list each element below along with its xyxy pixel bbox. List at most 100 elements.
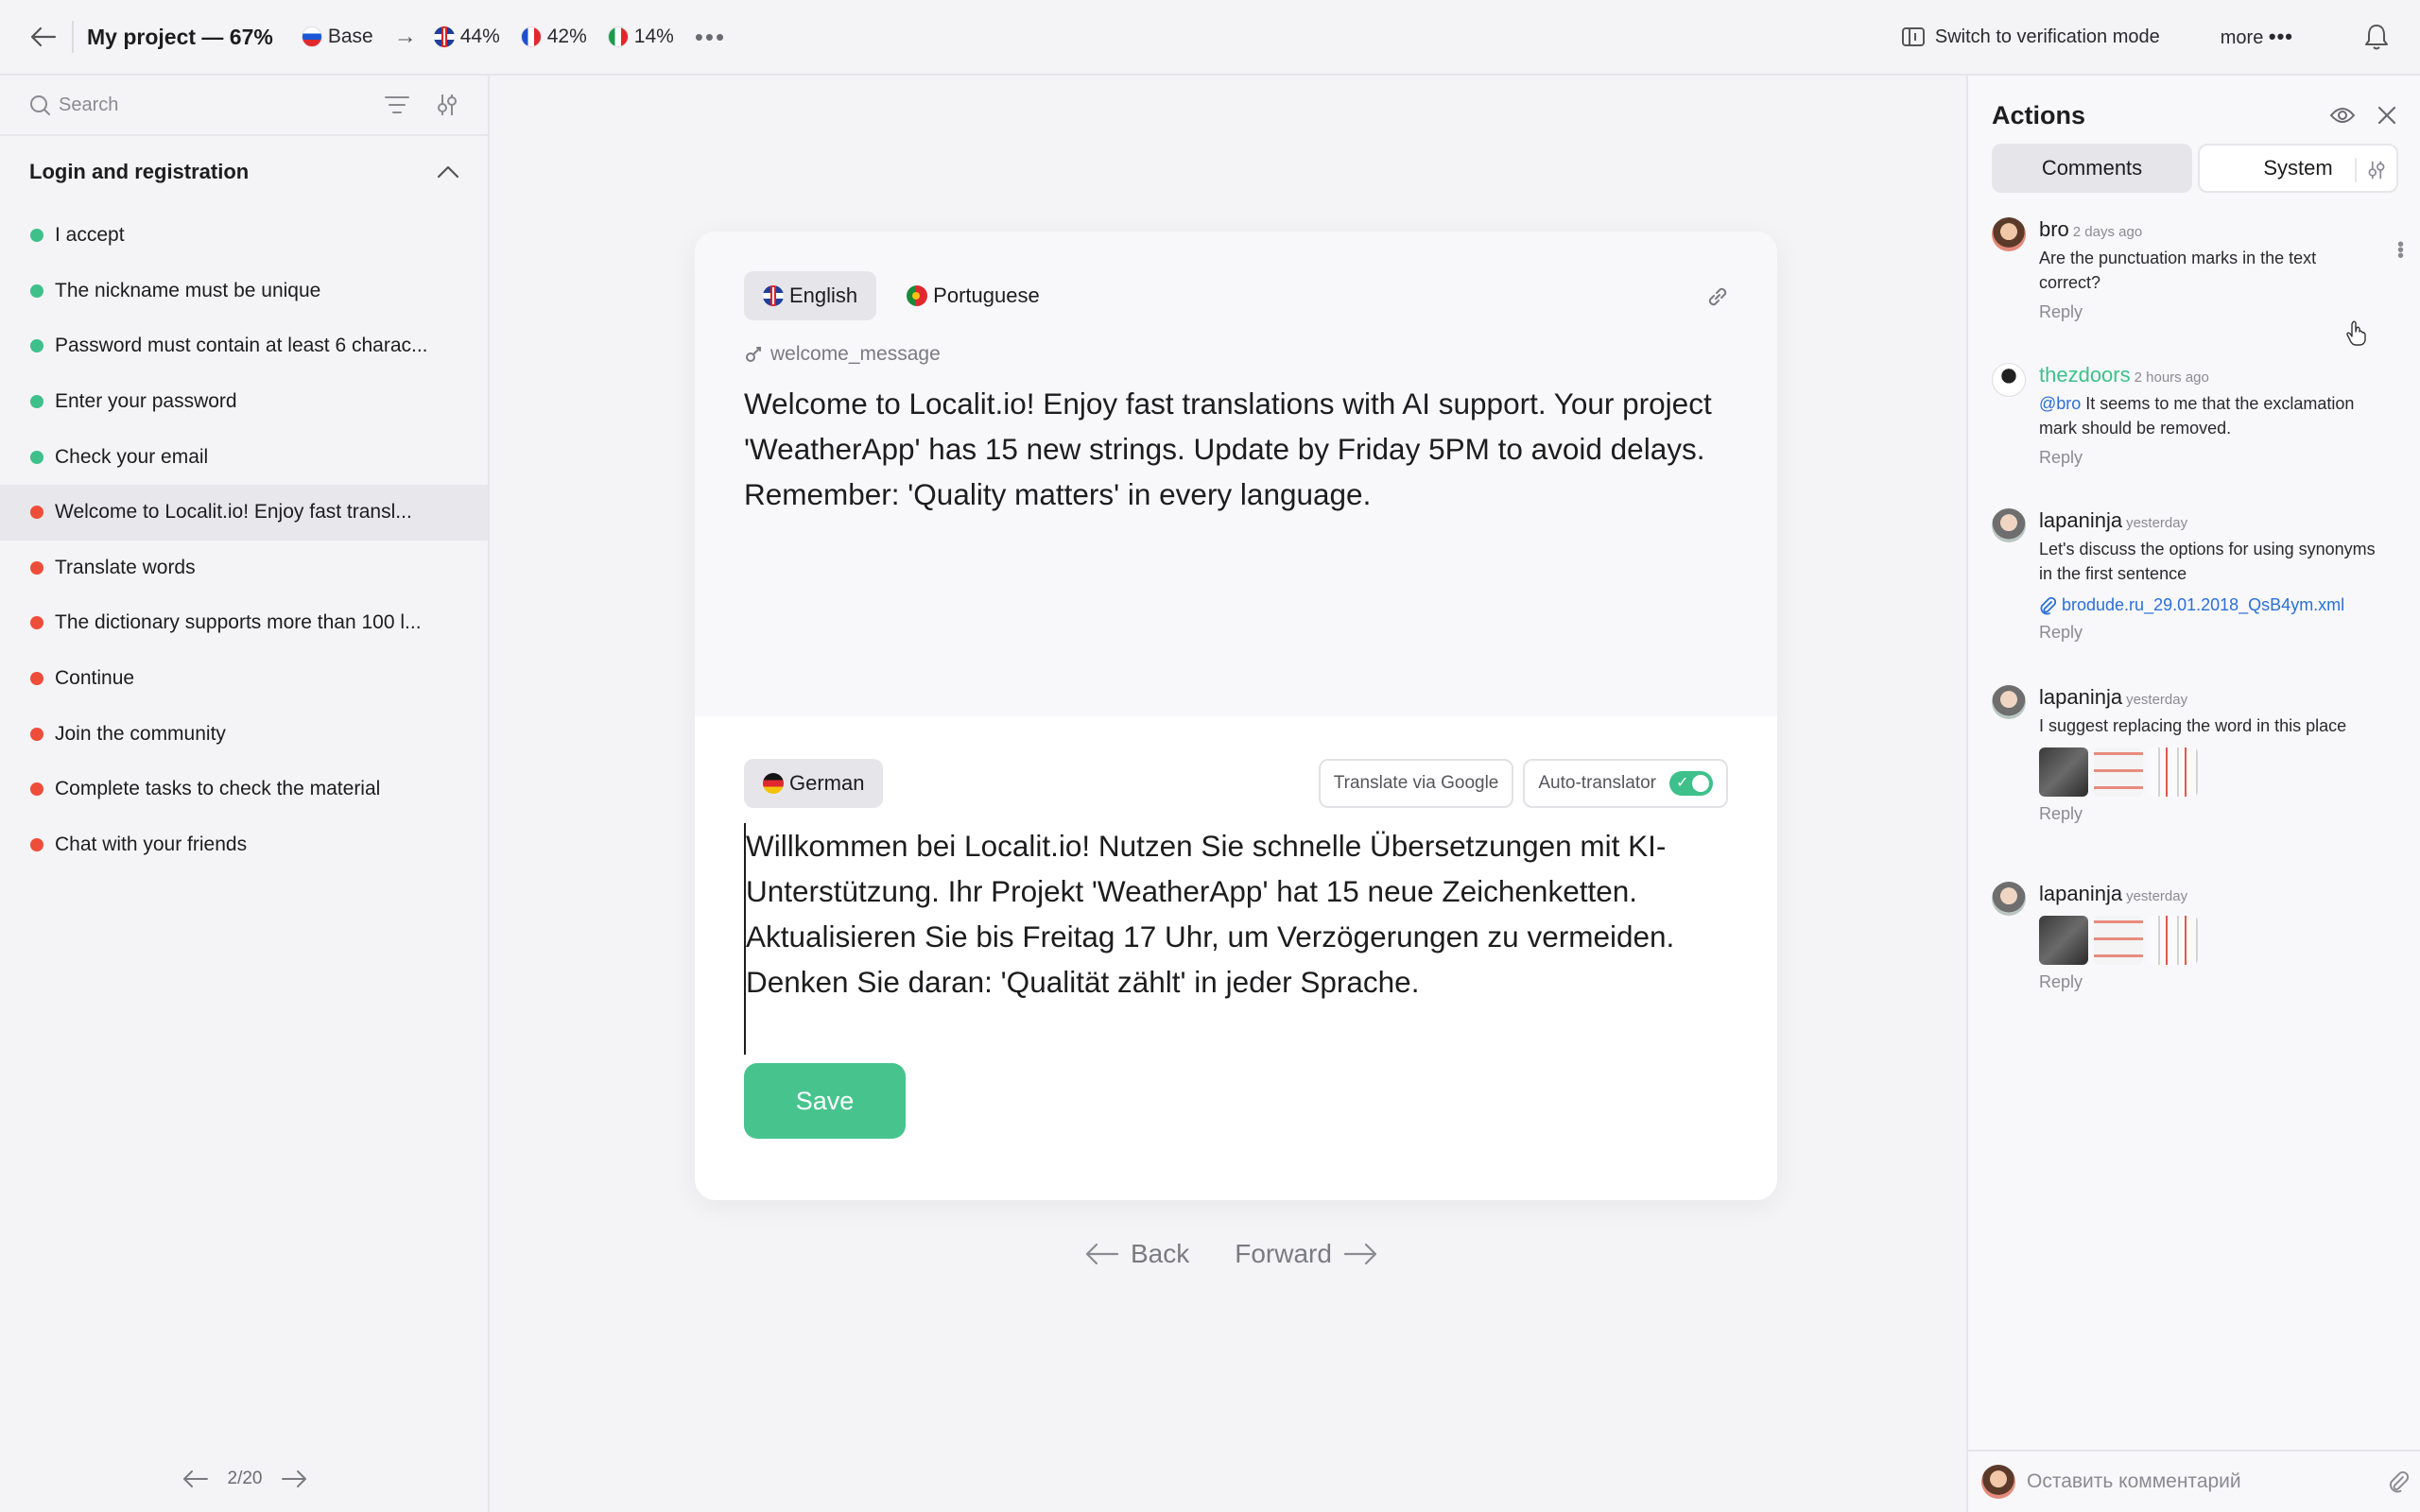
pagination: 2/20: [0, 1455, 490, 1503]
image-thumbnail[interactable]: [2039, 747, 2088, 797]
comment-author[interactable]: lapaninja: [2039, 882, 2122, 905]
sidebar-item-label: The dictionary supports more than 100 l.…: [55, 611, 422, 634]
avatar[interactable]: [1992, 363, 2026, 397]
comment-author[interactable]: bro: [2039, 217, 2069, 241]
translate-google-button[interactable]: Translate via Google: [1318, 759, 1514, 808]
page-indicator: 2/20: [227, 1469, 263, 1488]
tab-comments[interactable]: Comments: [1992, 144, 2192, 193]
arrow-right-icon: [1343, 1243, 1377, 1265]
language-italian-progress[interactable]: 14%: [607, 26, 674, 48]
sidebar-item[interactable]: Join the community: [0, 706, 488, 762]
sidebar-item-label: The nickname must be unique: [55, 279, 321, 301]
source-panel: English Portuguese welcome_message Welco…: [695, 232, 1777, 716]
sidebar-item-label: Continue: [55, 667, 135, 690]
comment-text: I suggest replacing the word in this pla…: [2039, 716, 2347, 735]
status-dot-todo: [30, 560, 43, 575]
attachment-name: brodude.ru_29.01.2018_QsB4ym.xml: [2062, 595, 2345, 614]
next-page-icon[interactable]: [281, 1469, 307, 1488]
sidebar-item[interactable]: Continue: [0, 651, 488, 707]
target-language-selector[interactable]: German: [744, 759, 884, 808]
tab-label: Portuguese: [933, 284, 1040, 307]
language-base[interactable]: Base: [301, 26, 373, 48]
sidebar-item[interactable]: Check your email: [0, 429, 488, 485]
sidebar-item[interactable]: The dictionary supports more than 100 l.…: [0, 595, 488, 651]
prev-page-icon[interactable]: [182, 1469, 209, 1488]
image-thumbnail[interactable]: [2039, 916, 2088, 965]
project-title: My project — 67%: [87, 24, 273, 49]
image-thumbnail[interactable]: [2094, 916, 2143, 965]
status-dot-todo: [30, 506, 43, 520]
reply-link[interactable]: Reply: [2039, 623, 2083, 643]
status-dot-done: [30, 229, 43, 243]
actions-panel: Actions Comments System bro 2 days ago Ar…: [1966, 76, 2420, 1512]
sidebar-item[interactable]: Password must contain at least 6 charac.…: [0, 318, 488, 374]
back-arrow-icon[interactable]: [25, 18, 62, 56]
reply-link[interactable]: Reply: [2039, 302, 2083, 322]
tab-portuguese[interactable]: Portuguese: [888, 271, 1059, 320]
sidebar-item[interactable]: The nickname must be unique: [0, 264, 488, 319]
sidebar-item-label: Enter your password: [55, 390, 237, 413]
sidebar-item-label: Translate words: [55, 556, 196, 578]
tab-system[interactable]: System: [2198, 144, 2398, 193]
sidebar-item[interactable]: I accept: [0, 208, 488, 264]
comment: lapaninja yesterday I suggest replacing t…: [1992, 685, 2408, 857]
avatar[interactable]: [1992, 508, 2026, 542]
reply-link[interactable]: Reply: [2039, 448, 2083, 468]
comment-author[interactable]: lapaninja: [2039, 508, 2122, 532]
image-thumbnail[interactable]: [2149, 916, 2198, 965]
link-icon[interactable]: [1705, 284, 1730, 309]
language-french-progress[interactable]: 42%: [520, 26, 587, 48]
check-icon: ✓: [1676, 775, 1689, 791]
sidebar-item-label: Check your email: [55, 445, 209, 468]
comment-author[interactable]: thezdoors: [2039, 363, 2131, 387]
forward-button[interactable]: Forward: [1235, 1239, 1377, 1269]
save-button[interactable]: Save: [744, 1063, 906, 1139]
auto-translator-toggle[interactable]: ✓: [1669, 771, 1713, 796]
status-dot-todo: [30, 672, 43, 686]
divider: [72, 21, 74, 53]
search-input[interactable]: [59, 94, 380, 116]
bell-icon[interactable]: [2358, 18, 2395, 56]
sidebar-item[interactable]: Chat with your friends: [0, 817, 488, 873]
sidebar-item-label: Complete tasks to check the material: [55, 778, 381, 800]
top-bar: My project — 67% Base → 44% 42% 14% ••• …: [0, 0, 2420, 76]
status-dot-todo: [30, 616, 43, 630]
sidebar-item-active[interactable]: Welcome to Localit.io! Enjoy fast transl…: [0, 484, 488, 541]
string-key: welcome_message: [744, 343, 941, 366]
filter-sliders-icon[interactable]: [2355, 158, 2387, 182]
verification-mode-button[interactable]: Switch to verification mode: [1901, 26, 2160, 48]
attachment-link[interactable]: brodude.ru_29.01.2018_QsB4ym.xml: [2039, 595, 2408, 615]
avatar[interactable]: [1992, 685, 2026, 719]
image-thumbnail[interactable]: [2094, 747, 2143, 797]
sidebar-item[interactable]: Enter your password: [0, 374, 488, 430]
settings-sliders-icon[interactable]: [435, 93, 459, 117]
group-header[interactable]: Login and registration: [0, 136, 488, 208]
image-thumbnail[interactable]: [2149, 747, 2198, 797]
translation-input[interactable]: Willkommen bei Localit.io! Nutzen Sie sc…: [744, 823, 1746, 1055]
mention-link[interactable]: @bro: [2039, 394, 2081, 413]
close-icon[interactable]: [2377, 105, 2397, 126]
tab-english[interactable]: English: [744, 271, 877, 320]
sidebar-item[interactable]: Translate words: [0, 541, 488, 596]
actions-tabs: Comments System: [1992, 144, 2398, 193]
language-english-progress[interactable]: 44%: [433, 26, 500, 48]
chevron-up-icon[interactable]: [437, 165, 459, 179]
avatar[interactable]: [1992, 882, 2026, 916]
avatar[interactable]: [1992, 217, 2026, 251]
back-button[interactable]: Back: [1085, 1239, 1189, 1269]
paperclip-icon[interactable]: [2388, 1469, 2409, 1494]
comment-author[interactable]: lapaninja: [2039, 685, 2122, 709]
more-languages-icon[interactable]: •••: [695, 23, 726, 52]
comment: lapaninja yesterday Let's discuss the opt…: [1992, 508, 2408, 661]
sidebar-search: [0, 76, 488, 136]
eye-icon[interactable]: [2329, 106, 2356, 125]
sidebar-item[interactable]: Complete tasks to check the material: [0, 762, 488, 817]
more-button[interactable]: more •••: [2221, 25, 2293, 49]
kebab-menu-icon[interactable]: • • •: [2397, 235, 2404, 266]
reply-link[interactable]: Reply: [2039, 972, 2083, 992]
sidebar: Login and registration I accept The nick…: [0, 76, 490, 1512]
comment-input[interactable]: [2027, 1470, 2388, 1493]
comment-text: @bro It seems to me that the exclamation…: [2039, 391, 2379, 440]
filter-icon[interactable]: [384, 94, 410, 115]
reply-link[interactable]: Reply: [2039, 804, 2083, 824]
